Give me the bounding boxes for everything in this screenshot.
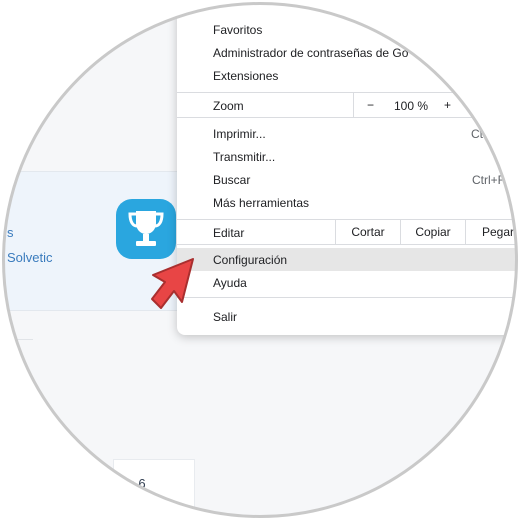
background-text: s: [7, 225, 14, 240]
zoom-level: 100 %: [394, 99, 429, 113]
zoom-label: Zoom: [213, 99, 244, 113]
search-shortcut: Ctrl+F: [472, 173, 505, 187]
zoom-out-button[interactable]: −: [367, 98, 374, 112]
magnified-region: s Solvetic os 6 Favoritos Administrador …: [3, 3, 517, 517]
browser-menu: Favoritos Administrador de contraseñas d…: [177, 3, 517, 335]
menu-separator: [177, 244, 517, 245]
menu-item-settings[interactable]: Configuración: [213, 253, 287, 267]
trophy-icon: [116, 199, 176, 259]
menu-item-exit[interactable]: Salir: [213, 310, 237, 324]
menu-item-extensions[interactable]: Extensiones: [213, 69, 278, 83]
print-shortcut: Ct: [471, 127, 483, 141]
menu-separator: [177, 297, 517, 298]
menu-item-search[interactable]: Buscar: [213, 173, 250, 187]
menu-item-help[interactable]: Ayuda: [213, 276, 247, 290]
background-link[interactable]: Solvetic: [7, 250, 53, 265]
paste-button[interactable]: Pegar: [465, 220, 517, 244]
menu-separator: [177, 117, 517, 118]
background-divider: [3, 339, 33, 340]
edit-label: Editar: [213, 226, 245, 240]
red-arrow-icon: [151, 258, 194, 309]
menu-item-print[interactable]: Imprimir...: [213, 127, 266, 141]
menu-separator: [177, 92, 517, 93]
menu-item-more-tools[interactable]: Más herramientas: [213, 196, 309, 210]
zoom-in-button[interactable]: +: [444, 98, 451, 112]
menu-item-cast[interactable]: Transmitir...: [213, 150, 275, 164]
menu-item-favorites[interactable]: Favoritos: [213, 23, 262, 37]
zoom-lens-view: s Solvetic os 6 Favoritos Administrador …: [0, 0, 520, 520]
cut-button[interactable]: Cortar: [335, 220, 400, 244]
menu-item-password-manager[interactable]: Administrador de contraseñas de Go: [213, 46, 408, 60]
copy-button[interactable]: Copiar: [400, 220, 465, 244]
zoom-divider: [353, 93, 354, 117]
background-bottom-text: os 6: [121, 476, 146, 491]
